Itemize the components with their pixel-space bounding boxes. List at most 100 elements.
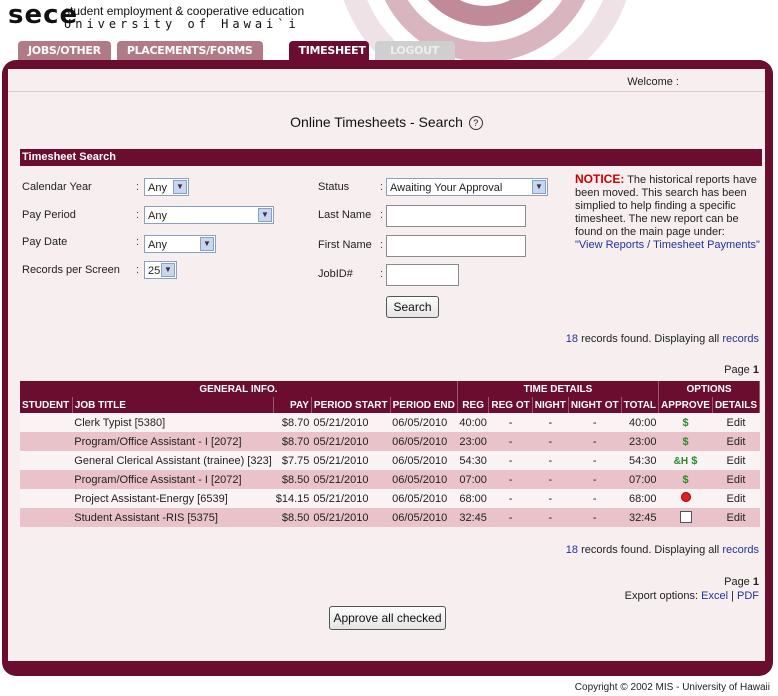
- cell-reg-ot: -: [488, 489, 533, 508]
- tab-logout[interactable]: LOGOUT: [374, 41, 455, 60]
- cell-period-end: 06/05/2010: [390, 413, 458, 432]
- last-name-input[interactable]: [386, 205, 526, 227]
- cell-total: 23:00: [621, 432, 659, 451]
- tab-jobs-other[interactable]: JOBS/OTHER: [18, 41, 111, 60]
- cell-total: 40:00: [621, 413, 659, 432]
- timesheet-results-table: GENERAL INFO. TIME DETAILS OPTIONS STUDE…: [20, 381, 761, 527]
- col-student[interactable]: STUDENT: [20, 397, 73, 413]
- jobid-label: JobID#: [318, 268, 353, 280]
- cell-reg: 23:00: [457, 432, 489, 451]
- chevron-down-icon: ▼: [258, 208, 272, 222]
- colon: :: [380, 209, 384, 221]
- records-per-screen-select[interactable]: 25 ▼: [144, 261, 177, 279]
- table-row: Program/Office Assistant - I [2072] $8.5…: [20, 470, 760, 489]
- cell-night: -: [532, 451, 569, 470]
- approve-dollar-icon[interactable]: $: [682, 417, 688, 429]
- calendar-year-select[interactable]: Any ▼: [144, 178, 189, 196]
- group-header-time-details: TIME DETAILS: [457, 381, 660, 397]
- page-label: Page: [724, 576, 750, 588]
- edit-link[interactable]: Edit: [712, 432, 760, 451]
- cell-total: 07:00: [621, 470, 659, 489]
- col-reg-ot[interactable]: REG OT: [488, 397, 533, 413]
- edit-link[interactable]: Edit: [712, 489, 760, 508]
- search-button[interactable]: Search: [386, 296, 439, 318]
- cell-total: 32:45: [621, 508, 659, 527]
- site-header: sece student employment & cooperative ed…: [0, 0, 778, 90]
- status-label: Status: [318, 181, 350, 193]
- jobid-input[interactable]: [386, 264, 459, 286]
- stop-icon[interactable]: [680, 492, 691, 502]
- tab-timesheet[interactable]: TIMESHEET: [288, 41, 369, 60]
- col-total[interactable]: TOTAL: [621, 397, 660, 413]
- pay-date-select[interactable]: Any ▼: [144, 235, 216, 253]
- cell-student: [20, 451, 73, 470]
- page-indicator-top: Page 1: [724, 364, 759, 376]
- chevron-down-icon: ▼: [173, 180, 187, 194]
- pay-period-label: Pay Period: [22, 209, 76, 221]
- pay-date-value: Any: [148, 239, 167, 251]
- cell-student: [20, 508, 73, 527]
- edit-link[interactable]: Edit: [712, 508, 760, 527]
- export-options: Export options: Excel | PDF: [625, 590, 759, 602]
- export-excel-link[interactable]: Excel: [701, 590, 728, 602]
- approve-checkbox[interactable]: [679, 511, 692, 523]
- org-name-line2: University of Hawai`i: [64, 17, 300, 31]
- table-row: Student Assistant -RIS [5375] $8.50 05/2…: [20, 508, 760, 527]
- export-pdf-link[interactable]: PDF: [737, 590, 759, 602]
- cell-night-ot: -: [568, 508, 622, 527]
- cell-night: -: [532, 508, 569, 527]
- page-title-text: Online Timesheets - Search: [290, 114, 463, 130]
- approve-dollar-icon[interactable]: $: [691, 455, 697, 467]
- table-group-header-row: GENERAL INFO. TIME DETAILS OPTIONS: [20, 381, 760, 397]
- col-night[interactable]: NIGHT: [532, 397, 569, 413]
- colon: :: [136, 236, 140, 248]
- records-count[interactable]: 18: [566, 333, 578, 345]
- main-frame: Welcome : Online Timesheets - Search ? T…: [2, 60, 773, 676]
- cell-pay: $8.70: [273, 432, 312, 451]
- cell-job-title: Clerk Typist [5380]: [72, 413, 274, 432]
- cell-approve: [658, 489, 713, 508]
- pay-period-select[interactable]: Any ▼: [144, 206, 274, 224]
- records-per-screen-value: 25: [148, 265, 161, 277]
- col-night-ot[interactable]: NIGHT OT: [568, 397, 622, 413]
- cell-night-ot: -: [568, 432, 622, 451]
- col-pay[interactable]: PAY: [273, 397, 312, 413]
- approve-all-checked-button[interactable]: Approve all checked: [329, 606, 446, 630]
- col-period-end[interactable]: PERIOD END: [390, 397, 458, 413]
- edit-link[interactable]: Edit: [712, 413, 760, 432]
- view-reports-link[interactable]: "View Reports / Timesheet Payments": [575, 239, 760, 251]
- col-reg[interactable]: REG: [457, 397, 490, 413]
- cell-period-start: 05/21/2010: [311, 508, 391, 527]
- approve-dollar-icon[interactable]: $: [682, 474, 688, 486]
- col-job-title[interactable]: JOB TITLE: [72, 397, 275, 413]
- records-link[interactable]: records: [722, 544, 759, 556]
- edit-link[interactable]: Edit: [712, 451, 760, 470]
- first-name-label: First Name: [318, 239, 372, 251]
- calendar-year-label: Calendar Year: [22, 181, 92, 193]
- cell-reg-ot: -: [488, 451, 533, 470]
- cell-reg-ot: -: [488, 470, 533, 489]
- status-value: Awaiting Your Approval: [390, 182, 503, 194]
- cell-student: [20, 470, 73, 489]
- help-icon[interactable]: ?: [468, 116, 483, 130]
- cell-pay: $14.15: [273, 489, 312, 508]
- cell-night-ot: -: [568, 413, 622, 432]
- cell-period-start: 05/21/2010: [311, 413, 391, 432]
- hold-icon[interactable]: &H: [674, 456, 688, 467]
- colon: :: [380, 268, 384, 280]
- table-row: General Clerical Assistant (trainee) [32…: [20, 451, 760, 470]
- records-count[interactable]: 18: [566, 544, 578, 556]
- tab-placements-forms[interactable]: PLACEMENTS/FORMS: [116, 41, 263, 60]
- approve-dollar-icon[interactable]: $: [682, 436, 688, 448]
- table-row: Program/Office Assistant - I [2072] $8.7…: [20, 432, 760, 451]
- records-link[interactable]: records: [722, 333, 759, 345]
- cell-student: [20, 489, 73, 508]
- status-select[interactable]: Awaiting Your Approval ▼: [386, 178, 548, 196]
- cell-reg-ot: -: [488, 432, 533, 451]
- cell-reg: 40:00: [457, 413, 489, 432]
- cell-night: -: [532, 470, 569, 489]
- edit-link[interactable]: Edit: [712, 470, 760, 489]
- first-name-input[interactable]: [386, 235, 526, 257]
- col-period-start[interactable]: PERIOD START: [311, 397, 391, 413]
- copyright-text: Copyright © 2002 MIS - University of Haw…: [574, 682, 770, 693]
